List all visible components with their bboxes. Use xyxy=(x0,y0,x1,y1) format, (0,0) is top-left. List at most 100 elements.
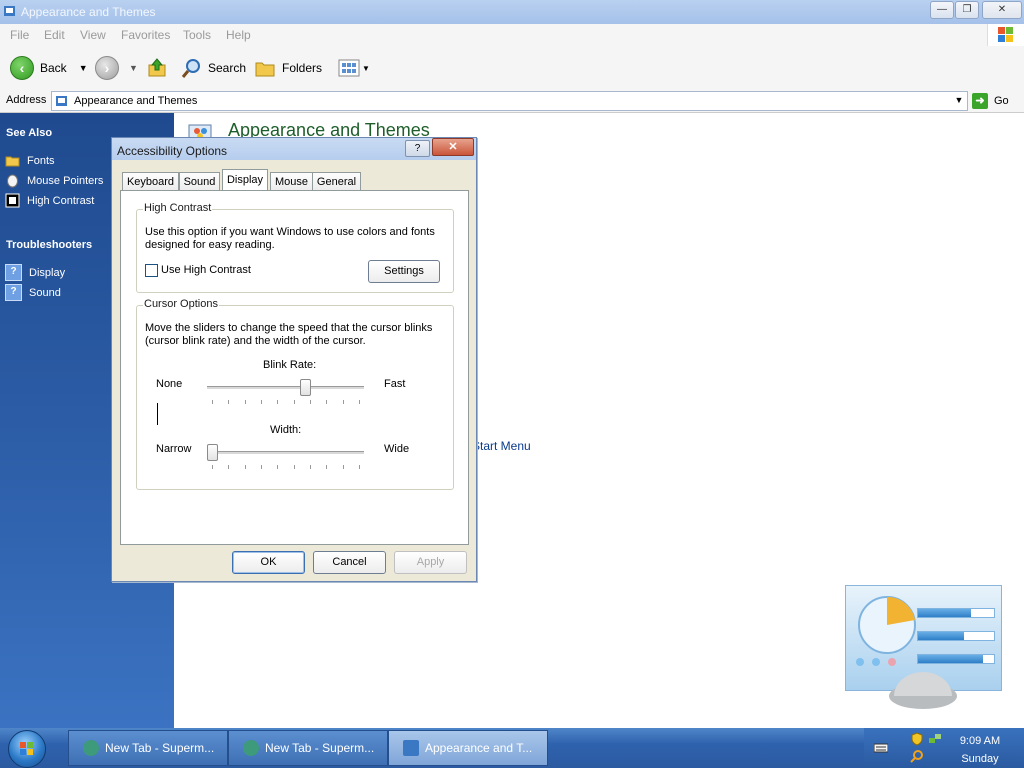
dialog-close-button[interactable]: ✕ xyxy=(432,138,474,156)
slider-tick xyxy=(277,465,279,469)
search-icon[interactable] xyxy=(910,749,924,763)
forward-dropdown-icon[interactable]: ▼ xyxy=(129,63,138,73)
use-high-contrast-checkbox[interactable] xyxy=(145,264,158,277)
clock-time: 9:09 AM xyxy=(959,735,1001,747)
menu-tools[interactable]: Tools xyxy=(183,28,211,42)
tab-sound[interactable]: Sound xyxy=(179,172,220,191)
clock[interactable]: 9:09 AM Sunday xyxy=(956,732,1004,768)
high-contrast-icon xyxy=(5,193,20,208)
views-button[interactable]: ▼ xyxy=(338,56,370,80)
folders-button[interactable]: Folders xyxy=(254,56,322,80)
forward-button[interactable]: › ▼ xyxy=(95,56,138,80)
taskbar-item[interactable]: New Tab - Superm... xyxy=(228,730,388,766)
slider-tick xyxy=(359,400,360,404)
security-shield-icon[interactable] xyxy=(910,732,924,746)
sidebar-item-fonts[interactable]: Fonts xyxy=(5,153,55,168)
sidebar-item-display[interactable]: ? Display xyxy=(5,264,65,281)
tab-general[interactable]: General xyxy=(312,172,361,191)
blink-rate-label: Blink Rate: xyxy=(263,359,317,371)
up-folder-icon xyxy=(148,58,166,77)
help-button[interactable]: ? xyxy=(405,140,430,157)
go-arrow-icon: ➜ xyxy=(972,93,988,109)
width-track[interactable] xyxy=(207,451,364,455)
slider-tick xyxy=(212,465,213,469)
sidebar-item-label: Sound xyxy=(29,286,61,299)
display-tab-panel: High Contrast Use this option if you wan… xyxy=(120,190,469,545)
taskbar-item[interactable]: Appearance and T... xyxy=(388,730,548,766)
slider-tick xyxy=(342,400,344,404)
slider-tick xyxy=(326,400,328,404)
slider-tick xyxy=(277,400,279,404)
folders-label: Folders xyxy=(282,61,323,75)
search-label: Search xyxy=(208,61,247,75)
dialog-title: Accessibility Options xyxy=(117,144,228,158)
sidebar-item-label: Display xyxy=(29,266,66,279)
width-min-label: Narrow xyxy=(156,443,192,455)
slider-tick xyxy=(261,465,262,469)
tab-keyboard[interactable]: Keyboard xyxy=(122,172,179,191)
browser-icon xyxy=(83,740,99,756)
apply-button[interactable]: Apply xyxy=(394,551,467,574)
taskbar-item[interactable]: New Tab - Superm... xyxy=(68,730,228,766)
menu-favorites[interactable]: Favorites xyxy=(121,28,170,42)
start-button[interactable] xyxy=(8,730,46,768)
tab-mouse[interactable]: Mouse xyxy=(270,172,313,191)
maximize-button[interactable]: ❐ xyxy=(955,1,979,19)
slider-tick xyxy=(293,400,295,404)
search-button[interactable]: Search xyxy=(180,56,246,80)
window-title: Appearance and Themes xyxy=(21,5,156,19)
menu-help[interactable]: Help xyxy=(226,28,251,42)
width-label: Width: xyxy=(270,424,302,436)
menu-file[interactable]: File xyxy=(10,28,29,42)
start-menu-link[interactable]: Start Menu xyxy=(472,439,531,453)
back-dropdown-icon[interactable]: ▼ xyxy=(79,63,88,73)
troubleshooters-heading: Troubleshooters xyxy=(6,239,93,251)
sidebar-item-high-contrast[interactable]: High Contrast xyxy=(5,193,94,208)
slider-tick xyxy=(359,465,360,469)
blink-min-label: None xyxy=(156,378,183,390)
windows-flag-icon xyxy=(987,24,1024,46)
menu-view[interactable]: View xyxy=(80,28,106,42)
toolbar: ‹ Back ▼ › ▼ Search Folders ▼ xyxy=(0,46,1024,91)
views-icon xyxy=(338,59,360,77)
menu-edit[interactable]: Edit xyxy=(44,28,65,42)
accessibility-options-dialog: Accessibility Options ? ✕ Keyboard Sound… xyxy=(111,137,477,582)
blink-rate-track[interactable] xyxy=(207,386,364,390)
address-input[interactable]: Appearance and Themes ▼ xyxy=(51,91,968,111)
sidebar-item-sound[interactable]: ? Sound xyxy=(5,284,61,301)
close-button[interactable]: ✕ xyxy=(982,1,1022,19)
window-titlebar: Appearance and Themes — ❐ ✕ xyxy=(0,0,1024,24)
blink-rate-slider[interactable] xyxy=(299,379,311,396)
search-icon xyxy=(181,59,200,78)
up-folder-button[interactable] xyxy=(146,56,168,80)
slider-tick xyxy=(228,400,230,404)
clock-day: Sunday xyxy=(961,753,999,765)
taskbar: New Tab - Superm... New Tab - Superm... … xyxy=(0,728,1024,768)
address-dropdown-icon[interactable]: ▼ xyxy=(953,94,965,107)
use-high-contrast-label[interactable]: Use High Contrast xyxy=(161,264,251,277)
slider-tick xyxy=(212,400,213,404)
cursor-width-preview xyxy=(157,403,158,425)
network-icon[interactable] xyxy=(928,732,942,746)
group-title: Cursor Options xyxy=(143,298,219,310)
control-panel-gadget xyxy=(845,585,1002,709)
address-bar: Address Appearance and Themes ▼ ➜ Go xyxy=(0,90,1024,113)
cancel-button[interactable]: Cancel xyxy=(313,551,386,574)
mouse-icon xyxy=(7,174,18,188)
gadget-bar xyxy=(917,631,995,641)
tab-display[interactable]: Display xyxy=(222,169,268,192)
settings-button[interactable]: Settings xyxy=(368,260,440,283)
go-button[interactable]: ➜ Go xyxy=(972,91,1009,111)
back-button[interactable]: ‹ Back ▼ xyxy=(10,56,88,80)
dome-icon xyxy=(889,672,957,709)
blink-max-label: Fast xyxy=(384,378,406,390)
width-slider[interactable] xyxy=(207,444,218,461)
control-panel-icon xyxy=(403,740,419,756)
ok-button[interactable]: OK xyxy=(232,551,305,574)
sidebar-item-mouse-pointers[interactable]: Mouse Pointers xyxy=(5,173,103,188)
views-dropdown-icon[interactable]: ▼ xyxy=(362,64,370,73)
control-panel-icon xyxy=(56,96,67,106)
address-label: Address xyxy=(6,94,47,106)
minimize-button[interactable]: — xyxy=(930,1,954,19)
keyboard-icon[interactable] xyxy=(874,742,888,754)
